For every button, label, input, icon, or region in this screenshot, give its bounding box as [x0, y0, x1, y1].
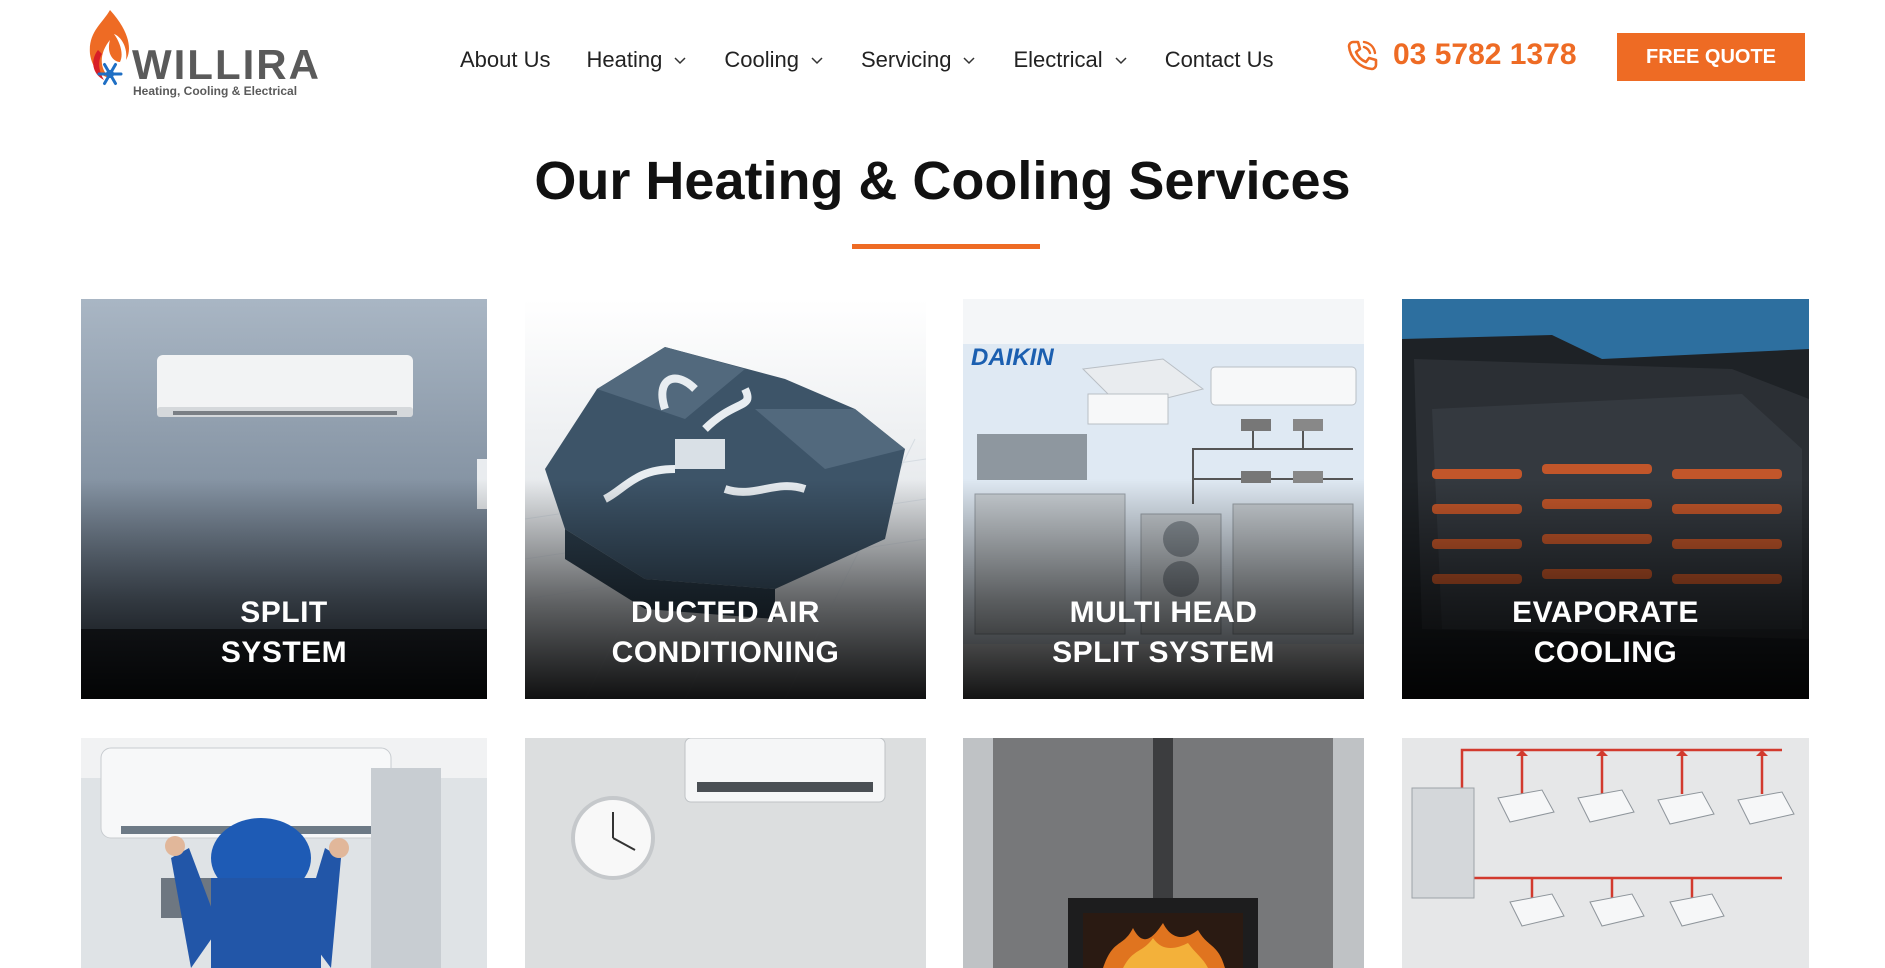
nav-label: Electrical	[1013, 47, 1103, 72]
section-title: Our Heating & Cooling Services	[534, 151, 1351, 211]
service-card-wood-heater[interactable]	[963, 738, 1364, 968]
nav-cooling[interactable]: Cooling	[724, 44, 825, 76]
nav-label: Cooling	[724, 47, 799, 72]
phone-icon	[1347, 40, 1378, 71]
nav-label: Heating	[586, 47, 663, 72]
service-card-split-system[interactable]: SPLIT SYSTEM	[81, 299, 487, 699]
card-title: SPLIT SYSTEM	[220, 596, 348, 669]
service-card-wall-unit[interactable]	[525, 738, 926, 968]
service-card-vrf-system[interactable]	[1402, 738, 1809, 968]
card-title: EVAPORATE COOLING	[1512, 596, 1699, 669]
flame-snowflake-icon	[89, 10, 129, 85]
technician-image	[81, 738, 487, 968]
willira-logo[interactable]: WILLIRA Heating, Cooling & Electrical	[80, 6, 340, 98]
nav-label: About Us	[460, 47, 551, 72]
title-underline	[852, 244, 1040, 249]
service-card-servicing[interactable]	[81, 738, 487, 968]
nav-servicing[interactable]: Servicing	[861, 44, 977, 76]
chevron-down-icon	[963, 57, 975, 65]
phone-link[interactable]: 03 5782 1378	[1345, 38, 1577, 72]
main-nav: About Us Heating Cooling Servicing Elect…	[460, 44, 1310, 76]
nav-label: Servicing	[860, 47, 952, 72]
nav-electrical[interactable]: Electrical	[1013, 44, 1128, 76]
chevron-down-icon	[674, 57, 686, 65]
chevron-down-icon	[811, 57, 823, 65]
daikin-brand-text: DAIKIN	[971, 344, 1054, 371]
card-title: DUCTED AIR CONDITIONING	[611, 596, 840, 669]
logo-wordmark: WILLIRA	[132, 41, 321, 88]
nav-contact-us[interactable]: Contact Us	[1165, 44, 1274, 76]
free-quote-button[interactable]: FREE QUOTE	[1617, 33, 1805, 81]
nav-about-us[interactable]: About Us	[460, 44, 551, 76]
vrf-diagram-image	[1402, 738, 1809, 968]
nav-heating[interactable]: Heating	[587, 44, 689, 76]
service-card-multi-head-split-system[interactable]: DAIKIN MULTI HEAD SPLIT SYSTEM	[963, 299, 1364, 699]
logo-tagline: Heating, Cooling & Electrical	[133, 84, 298, 98]
service-card-ducted-air-conditioning[interactable]: DUCTED AIR CONDITIONING	[525, 299, 926, 699]
nav-label: Contact Us	[1164, 47, 1274, 72]
wall-unit-clock-image	[525, 738, 926, 968]
phone-number: 03 5782 1378	[1393, 38, 1577, 71]
wood-heater-image	[963, 738, 1364, 968]
card-title: MULTI HEAD SPLIT SYSTEM	[1052, 596, 1275, 669]
chevron-down-icon	[1115, 57, 1127, 65]
service-card-evaporate-cooling[interactable]: EVAPORATE COOLING	[1402, 299, 1809, 699]
site-header: WILLIRA Heating, Cooling & Electrical Ab…	[0, 0, 1885, 120]
